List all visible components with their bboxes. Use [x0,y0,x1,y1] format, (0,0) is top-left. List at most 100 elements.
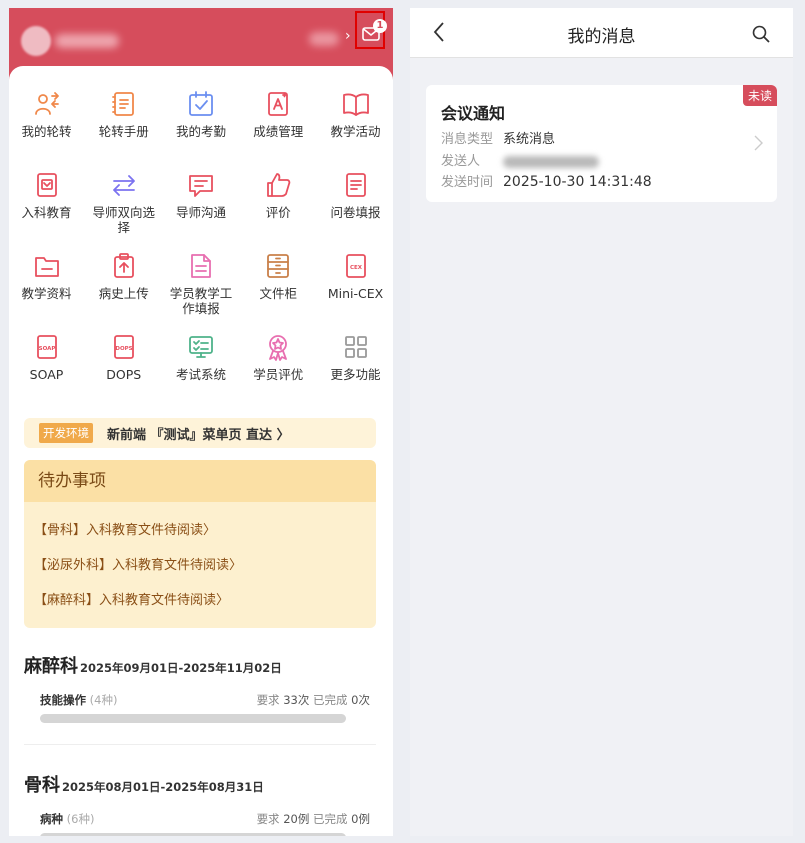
todo-item[interactable]: 【泌尿外科】入科教育文件待阅读〉 [24,548,376,583]
cex-icon: CEX [345,254,366,278]
grid-item-entry-education[interactable]: 入科教育 [11,171,82,252]
attendance-icon [189,91,213,116]
env-tag: 开发环境 [39,423,93,443]
course-date: 2025年08月01日-2025年08月31日 [62,780,264,794]
send-time: 2025-10-30 14:31:48 [503,174,652,190]
requirement-type: 技能操作 [40,693,86,707]
divider [24,744,376,745]
grid-item-dops[interactable]: DOPS DOPS [88,333,159,414]
grid-item-soap[interactable]: SOAP SOAP [11,333,82,414]
avatar[interactable] [21,26,51,56]
grid-item-label: 教学资料 [21,286,72,301]
function-grid: 我的轮转 轮转手册 我的考勤 成绩管理 教学活动入科教育 导师双向选择 导师沟通 评价 问卷填报… [11,90,391,414]
grid-item-label: 我的轮转 [21,124,72,139]
required-label: 要求 [256,693,280,707]
svg-text:DOPS: DOPS [115,346,132,352]
grid-item-label: DOPS [106,367,142,382]
message-count-badge: 1 [373,19,387,33]
grid-item-cex[interactable]: CEX Mini-CEX [320,252,391,333]
sender-blurred [503,155,599,168]
grid-item-label: 学员教学工作填报 [169,286,233,316]
more-grid-icon [344,336,367,358]
grid-item-questionnaire[interactable]: 问卷填报 [320,171,391,252]
svg-text:SOAP: SOAP [38,346,55,352]
grades-icon [268,92,289,116]
grid-item-label: 更多功能 [330,367,381,382]
course-card[interactable]: 麻醉科 2025年09月01日-2025年11月02日 技能操作 (4种) 要求 … [24,652,376,723]
grid-item-label: 成绩管理 [253,124,304,139]
todo-item[interactable]: 【麻醉科】入科教育文件待阅读〉 [24,583,376,618]
rotation-icon [34,92,59,115]
award-icon [269,335,288,361]
requirement-count: (6种) [66,812,95,826]
grid-item-cabinet[interactable]: 文件柜 [243,252,314,333]
message-item[interactable]: 未读 会议通知 消息类型 系统消息 发送人 发送时间 2025-10-30 14:3… [426,85,777,202]
todo-item[interactable]: 【骨科】入科教育文件待阅读〉 [24,513,376,548]
grid-item-exam[interactable]: 考试系统 [166,333,237,414]
grid-item-more-grid[interactable]: 更多功能 [320,333,391,414]
completed-label: 已完成 [313,693,348,707]
grid-item-label: 导师沟通 [175,205,226,220]
soap-icon: SOAP [36,335,57,359]
grid-item-rotation[interactable]: 我的轮转 [11,90,82,171]
two-way-select-icon [112,175,135,196]
upload-icon [113,253,134,278]
completed-value: 0次 [351,693,370,707]
message-button[interactable]: 1 [355,11,387,49]
message-title: 会议通知 [441,104,506,123]
handbook-icon [111,92,134,116]
svg-text:CEX: CEX [349,265,362,271]
grid-item-chat[interactable]: 导师沟通 [166,171,237,252]
cabinet-icon [267,254,290,278]
thumbs-up-icon [267,173,291,197]
home-card: 我的轮转 轮转手册 我的考勤 成绩管理 教学活动入科教育 导师双向选择 导师沟通 评价 问卷填报… [9,66,393,836]
grid-item-label: SOAP [29,367,64,382]
grid-item-award[interactable]: 学员评优 [243,333,314,414]
dev-env-banner[interactable]: 开发环境 新前端 『测试』菜单页 直达 〉 [24,418,376,448]
completed-label: 已完成 [313,812,348,826]
grid-item-label: Mini-CEX [327,286,384,301]
send-time-label: 发送时间 [441,175,494,190]
grid-item-label: 文件柜 [259,286,297,301]
grid-item-label: 病史上传 [98,286,149,301]
grid-item-thumbs-up[interactable]: 评价 [243,171,314,252]
unread-badge: 未读 [742,85,777,106]
messages-panel: 我的消息 未读 会议通知 消息类型 系统消息 发送人 发送时间 2025-10-30… [410,8,793,836]
grid-item-two-way-select[interactable]: 导师双向选择 [88,171,159,252]
home-panel: › 1 我的轮转 轮转手册 我的考勤 成绩管理 教学活动入科教育 导师双向选择 导师沟通 评价… [9,8,393,836]
grid-item-label: 学员评优 [253,367,304,382]
grid-item-label: 我的考勤 [175,124,226,139]
grid-item-upload[interactable]: 病史上传 [88,252,159,333]
grid-item-label: 评价 [265,205,291,220]
grid-item-grades[interactable]: 成绩管理 [243,90,314,171]
completed-value: 0例 [351,812,370,826]
grid-item-book[interactable]: 教学活动 [320,90,391,171]
folder-icon [34,257,59,277]
required-value: 20例 [283,812,310,826]
required-value: 33次 [283,693,310,707]
questionnaire-icon [345,173,366,197]
search-icon[interactable] [752,25,770,43]
chevron-right-icon[interactable]: › [345,28,351,44]
course-date: 2025年09月01日-2025年11月02日 [80,661,282,675]
message-type: 系统消息 [503,132,556,147]
requirement-type: 病种 [40,812,63,826]
grid-item-document[interactable]: 学员教学工作填报 [166,252,237,333]
book-icon [342,93,369,116]
progress-bar [40,714,346,723]
course-card[interactable]: 骨科 2025年08月01日-2025年08月31日 病种 (6种) 要求 20例… [24,771,376,836]
grid-item-label: 入科教育 [21,205,72,220]
user-name-blurred [55,34,119,48]
required-label: 要求 [256,812,280,826]
grid-item-handbook[interactable]: 轮转手册 [88,90,159,171]
grid-item-label: 考试系统 [175,367,226,382]
grid-item-folder[interactable]: 教学资料 [11,252,82,333]
dops-icon: DOPS [113,335,134,359]
grid-item-attendance[interactable]: 我的考勤 [166,90,237,171]
course-name: 麻醉科 [24,656,78,677]
grid-item-label: 轮转手册 [98,124,149,139]
env-link[interactable]: 新前端 『测试』菜单页 直达 〉 [107,424,290,443]
exam-icon [189,336,213,358]
user-info-blurred[interactable] [309,32,339,46]
message-type-label: 消息类型 [441,132,494,147]
